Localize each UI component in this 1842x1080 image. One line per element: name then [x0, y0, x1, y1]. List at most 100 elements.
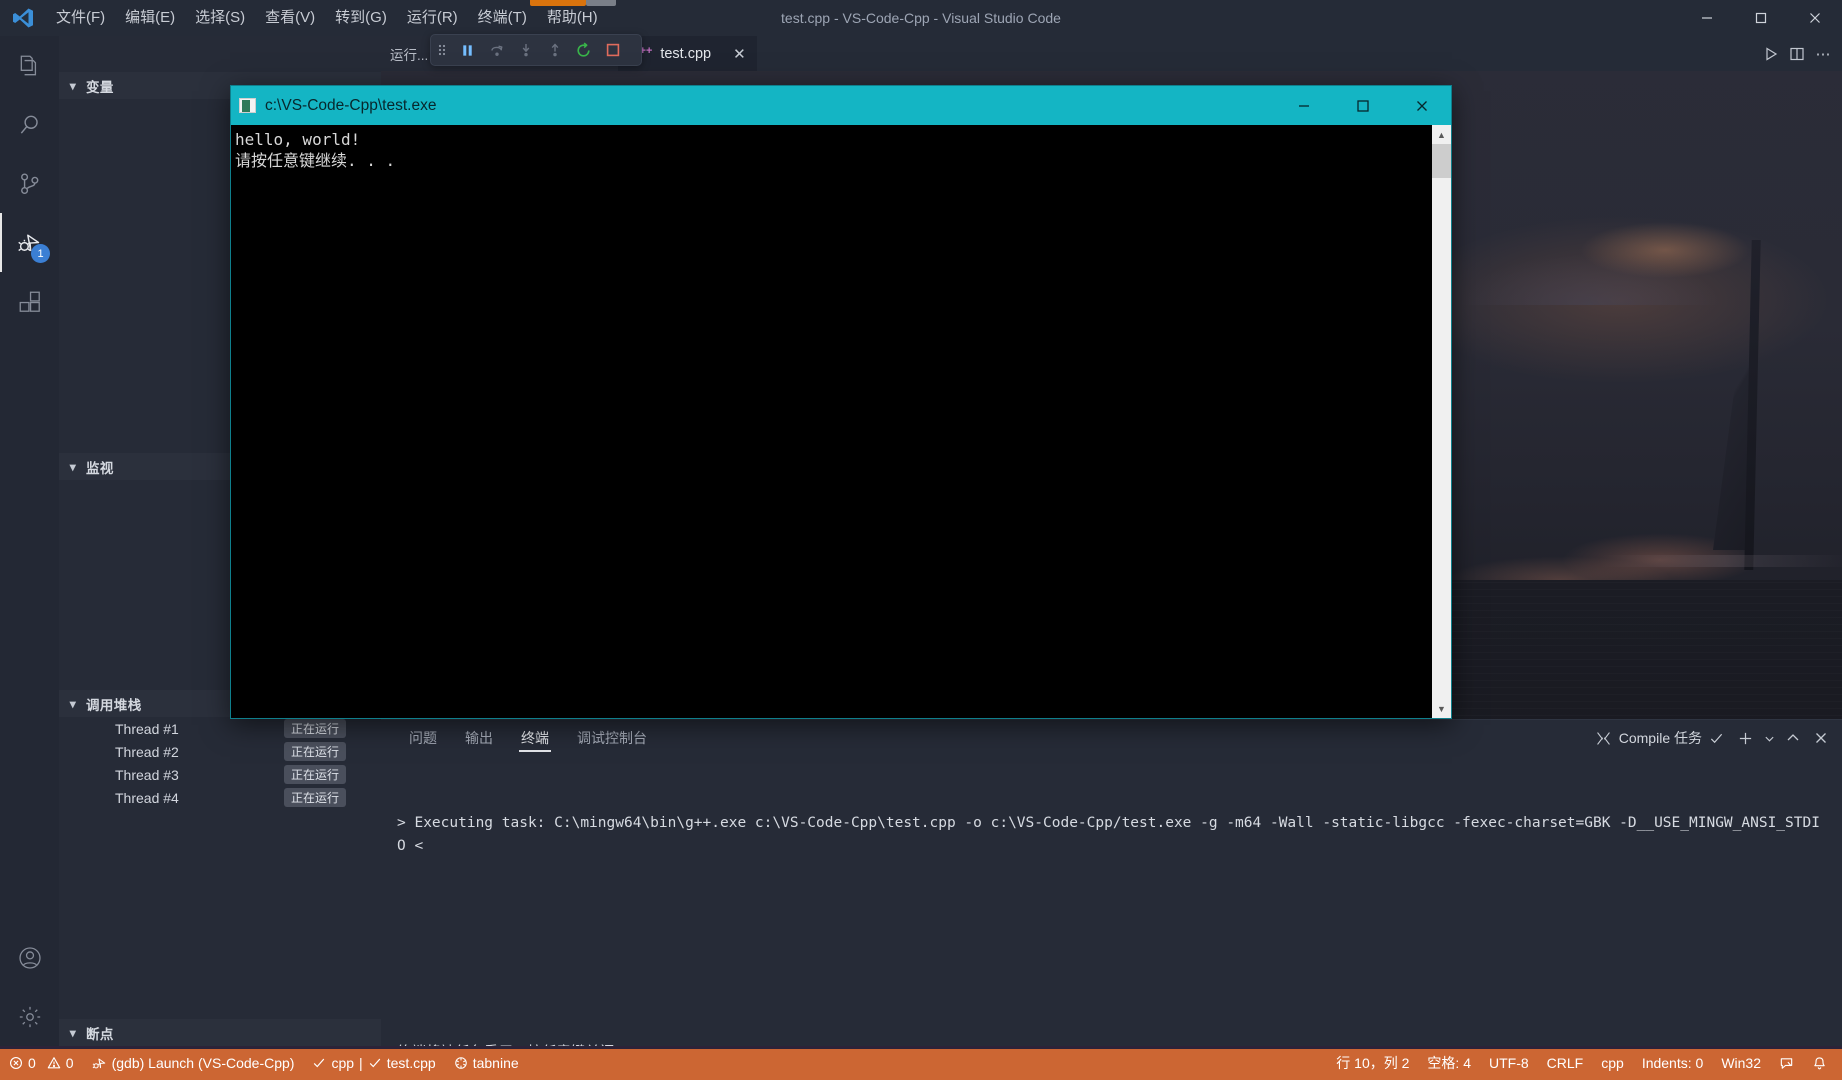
debug-badge: 1: [31, 244, 50, 263]
warning-icon: [47, 1056, 61, 1070]
debug-pause-button[interactable]: [453, 34, 482, 66]
run-label: 运行...: [390, 47, 429, 63]
menu-view[interactable]: 查看(V): [255, 0, 325, 36]
status-eol[interactable]: CRLF: [1538, 1046, 1593, 1080]
vscode-logo-icon: [0, 0, 46, 36]
scrollbar-thumb[interactable]: [1432, 144, 1451, 178]
panel-tab-output[interactable]: 输出: [453, 720, 505, 756]
activity-account[interactable]: [0, 928, 59, 987]
debug-step-over-button[interactable]: [482, 34, 511, 66]
status-problems[interactable]: 0 0: [0, 1046, 83, 1080]
scroll-up-arrow-icon[interactable]: ▲: [1432, 125, 1451, 144]
section-breakpoints[interactable]: ▾ 断点: [59, 1019, 381, 1046]
close-icon[interactable]: ✕: [733, 45, 746, 63]
editor-actions: ⋯: [1758, 36, 1836, 71]
debug-session-label: (gdb) Launch (VS-Code-Cpp): [111, 1055, 295, 1071]
split-editor-icon[interactable]: [1784, 36, 1810, 71]
table-row[interactable]: Thread #2 正在运行: [59, 740, 381, 763]
activity-extensions[interactable]: [0, 272, 59, 331]
debug-session-icon: [92, 1056, 107, 1071]
status-indentation[interactable]: 空格: 4: [1418, 1046, 1480, 1080]
activity-search[interactable]: [0, 95, 59, 154]
thread-label: Thread #4: [115, 789, 179, 806]
console-window[interactable]: c:\VS-Code-Cpp\test.exe hello, world! 请按…: [230, 85, 1452, 719]
status-cpp-tools[interactable]: cpp | test.cpp: [303, 1046, 444, 1080]
status-bar: 0 0 (gdb) Launch (VS-Code-Cpp) cpp | tes…: [0, 1046, 1842, 1080]
window-close-button[interactable]: [1788, 0, 1842, 36]
status-tabnine[interactable]: tabnine: [445, 1046, 528, 1080]
scrollbar-track[interactable]: [1432, 178, 1451, 699]
bell-icon: [1812, 1056, 1827, 1071]
editor-tab-label: test.cpp: [660, 45, 712, 62]
scroll-down-arrow-icon[interactable]: ▼: [1432, 699, 1451, 718]
thread-label: Thread #3: [115, 766, 179, 783]
status-bar-top-divider: [0, 1046, 1842, 1049]
title-bar: 文件(F) 编辑(E) 选择(S) 查看(V) 转到(G) 运行(R) 终端(T…: [0, 0, 1842, 36]
console-minimize-button[interactable]: [1274, 86, 1333, 125]
status-debug-session[interactable]: (gdb) Launch (VS-Code-Cpp): [83, 1046, 304, 1080]
panel-tab-terminal[interactable]: 终端: [509, 720, 561, 756]
debug-step-into-button[interactable]: [511, 34, 540, 66]
debug-toolbar: [430, 34, 642, 66]
more-actions-icon[interactable]: ⋯: [1810, 36, 1836, 71]
maximize-panel-button[interactable]: [1780, 723, 1806, 753]
terminal-task-entry[interactable]: Compile 任务: [1589, 728, 1730, 748]
panel-tab-problems[interactable]: 问题: [397, 720, 449, 756]
debug-step-out-button[interactable]: [540, 34, 569, 66]
menu-file[interactable]: 文件(F): [46, 0, 115, 36]
file-status-label: test.cpp: [386, 1055, 436, 1071]
console-output[interactable]: hello, world! 请按任意键继续. . .: [231, 125, 1451, 718]
status-encoding[interactable]: UTF-8: [1480, 1046, 1538, 1080]
section-breakpoints-label: 断点: [86, 1026, 114, 1042]
activity-explorer[interactable]: [0, 36, 59, 95]
table-row[interactable]: Thread #3 正在运行: [59, 763, 381, 786]
status-notifications[interactable]: [1803, 1046, 1836, 1080]
status-language-mode[interactable]: cpp: [1592, 1046, 1633, 1080]
bottom-panel: 问题 输出 终端 调试控制台 Compile 任务 > Executing ta…: [381, 719, 1842, 1061]
menu-run[interactable]: 运行(R): [397, 0, 468, 36]
chevron-down-icon: ▾: [69, 78, 77, 93]
status-bar-right: 行 10，列 2 空格: 4 UTF-8 CRLF cpp Indents: 0…: [1327, 1046, 1842, 1080]
status-indents[interactable]: Indents: 0: [1633, 1046, 1713, 1080]
callstack-body: Thread #1 正在运行 Thread #2 正在运行 Thread #3 …: [59, 717, 381, 809]
debug-stop-button[interactable]: [598, 34, 627, 66]
status-line-column[interactable]: 行 10，列 2: [1327, 1046, 1418, 1080]
console-app-icon: [239, 98, 256, 113]
status-feedback[interactable]: [1770, 1046, 1803, 1080]
panel-tab-bar: 问题 输出 终端 调试控制台 Compile 任务: [381, 720, 1842, 756]
console-title-bar[interactable]: c:\VS-Code-Cpp\test.exe: [231, 86, 1451, 125]
menu-bar: 文件(F) 编辑(E) 选择(S) 查看(V) 转到(G) 运行(R) 终端(T…: [46, 0, 608, 36]
chevron-down-icon: ▾: [69, 696, 77, 711]
debug-drag-handle[interactable]: [431, 34, 453, 66]
console-window-title: c:\VS-Code-Cpp\test.exe: [265, 96, 437, 114]
table-row[interactable]: Thread #4 正在运行: [59, 786, 381, 809]
chevron-down-icon: ▾: [69, 459, 77, 474]
activity-run-debug[interactable]: 1: [0, 213, 59, 272]
console-scrollbar[interactable]: ▲ ▼: [1432, 125, 1451, 718]
check-icon: [312, 1056, 326, 1070]
menu-edit[interactable]: 编辑(E): [115, 0, 185, 36]
console-maximize-button[interactable]: [1333, 86, 1392, 125]
chevron-down-icon[interactable]: [1760, 723, 1778, 753]
console-close-button[interactable]: [1392, 86, 1451, 125]
debug-restart-button[interactable]: [569, 34, 598, 66]
run-file-icon[interactable]: [1758, 36, 1784, 71]
window-maximize-button[interactable]: [1734, 0, 1788, 36]
warning-count: 0: [65, 1055, 74, 1071]
console-line: 请按任意键继续. . .: [235, 151, 396, 170]
activity-settings[interactable]: [0, 987, 59, 1046]
terminal-output[interactable]: > Executing task: C:\mingw64\bin\g++.exe…: [381, 756, 1842, 1061]
menu-terminal[interactable]: 终端(T): [468, 0, 537, 36]
menu-goto[interactable]: 转到(G): [325, 0, 397, 36]
window-minimize-button[interactable]: [1680, 0, 1734, 36]
new-terminal-button[interactable]: [1732, 723, 1758, 753]
close-panel-button[interactable]: [1808, 723, 1834, 753]
table-row[interactable]: Thread #1 正在运行: [59, 717, 381, 740]
section-variables-label: 变量: [86, 79, 114, 95]
menu-selection[interactable]: 选择(S): [185, 0, 255, 36]
activity-source-control[interactable]: [0, 154, 59, 213]
status-platform[interactable]: Win32: [1712, 1046, 1770, 1080]
vscode-window: 文件(F) 编辑(E) 选择(S) 查看(V) 转到(G) 运行(R) 终端(T…: [0, 0, 1842, 1080]
status-badge: 正在运行: [283, 742, 346, 761]
panel-tab-debug-console[interactable]: 调试控制台: [565, 720, 659, 756]
